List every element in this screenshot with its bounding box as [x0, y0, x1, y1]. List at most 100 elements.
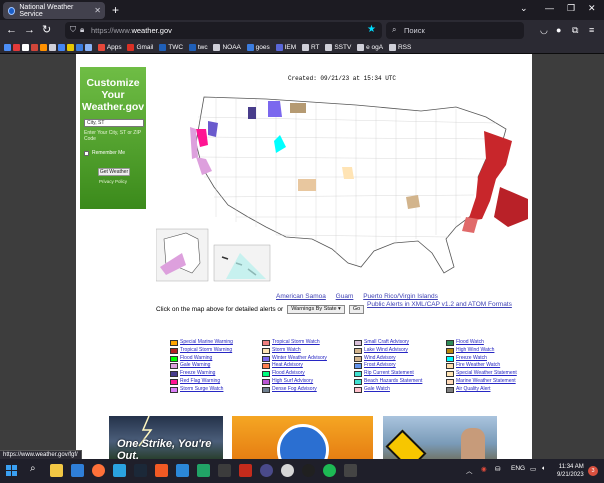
bookmark-star-icon[interactable]: ★	[367, 24, 376, 35]
tab-national-weather-service[interactable]: National Weather Service ✕	[3, 2, 105, 19]
app-circle-icon[interactable]	[281, 464, 294, 477]
search-box[interactable]: ⌕ Поиск	[386, 22, 524, 39]
forward-arrow-icon[interactable]: →	[24, 23, 35, 37]
excel-icon[interactable]	[197, 464, 210, 477]
lock-icon[interactable]: 🔒︎	[80, 25, 84, 35]
us-map-graphic[interactable]	[156, 67, 528, 289]
legend-item[interactable]: Air Quality Alert	[446, 386, 534, 393]
notification-badge[interactable]: 3	[588, 466, 598, 476]
tray-app-icon[interactable]: ◉	[481, 465, 487, 473]
bookmark-icons-group[interactable]	[4, 41, 92, 53]
legend-item[interactable]: Tropical Storm Warning	[170, 347, 258, 354]
legend-item[interactable]: Rip Current Statement	[354, 370, 442, 378]
app-blue-icon[interactable]	[176, 464, 189, 477]
privacy-policy-link[interactable]: Privacy Policy	[80, 179, 146, 184]
legend-item[interactable]: Flood Watch	[446, 339, 534, 346]
network-icon[interactable]: ▭	[530, 465, 536, 473]
windows-start-icon[interactable]	[6, 465, 17, 476]
legend-item[interactable]: Dense Fog Advisory	[262, 386, 350, 393]
taskbar-clock[interactable]: 11:34 AM 9/21/2023	[557, 463, 584, 479]
volume-icon[interactable]: 🔈︎	[542, 465, 546, 473]
reload-icon[interactable]: ↻	[42, 23, 51, 37]
legend-item[interactable]: Flood Warning	[170, 355, 258, 362]
xml-cap-atom-link[interactable]: Public Alerts in XML/CAP v1.2 and ATOM F…	[367, 301, 512, 308]
turn-around-dont-drown-banner[interactable]	[383, 416, 497, 459]
file-explorer-icon[interactable]	[50, 464, 63, 477]
app-red-icon[interactable]	[239, 464, 252, 477]
tray-usb-icon[interactable]: ⛁	[495, 465, 500, 473]
app-gray-icon[interactable]	[344, 464, 357, 477]
bookmark-twc[interactable]: TWC	[159, 41, 183, 53]
legend-item[interactable]: Storm Surge Watch	[170, 386, 258, 393]
legend-item[interactable]: Tropical Storm Watch	[262, 339, 350, 346]
go-button[interactable]: Go	[348, 305, 365, 314]
weather-ready-banner[interactable]	[232, 416, 373, 459]
bookmark-iem[interactable]: IEM	[275, 41, 296, 53]
legend-item[interactable]: Marine Weather Statement	[446, 378, 534, 385]
bookmark-rt[interactable]: RT	[301, 41, 320, 53]
legend-item[interactable]: Special Marine Warning	[170, 339, 258, 346]
bookmark-goes[interactable]: goes	[246, 41, 270, 53]
bookmark-apps[interactable]: Apps	[97, 41, 122, 53]
pocket-icon[interactable]: ◡	[540, 23, 548, 37]
bookmark-gmail[interactable]: Gmail	[127, 41, 153, 53]
maximize-icon[interactable]: ❐	[567, 3, 575, 14]
app-dark-icon[interactable]	[218, 464, 231, 477]
close-window-icon[interactable]: ✕	[588, 3, 596, 14]
new-tab-button[interactable]: +	[112, 3, 119, 17]
us-alert-map[interactable]: Created: 09/21/23 at 15:34 UTC	[156, 67, 528, 289]
lightning-safety-banner[interactable]: One Strike, You're Out.	[109, 416, 223, 459]
legend-item[interactable]: Wind Advisory	[354, 355, 442, 362]
link-american-samoa[interactable]: American Samoa	[276, 293, 326, 300]
app-orange-icon[interactable]	[155, 464, 168, 477]
app-record-icon[interactable]	[302, 464, 315, 477]
checkbox-icon[interactable]	[84, 150, 89, 156]
legend-item[interactable]: Freeze Warning	[170, 370, 258, 378]
legend-item[interactable]: Gale Watch	[354, 386, 442, 393]
bookmark-sstv[interactable]: SSTV	[325, 41, 351, 53]
link-guam[interactable]: Guam	[336, 293, 354, 300]
legend-item[interactable]: Frost Advisory	[354, 362, 442, 370]
back-arrow-icon[interactable]: ←	[6, 23, 17, 37]
legend-item[interactable]: Storm Watch	[262, 347, 350, 354]
legend-item[interactable]: Gale Warning	[170, 362, 258, 370]
legend-item[interactable]: Special Weather Statement	[446, 370, 534, 378]
legend-item[interactable]: High Wind Watch	[446, 347, 534, 354]
minimize-icon[interactable]: —	[545, 3, 554, 13]
legend-item[interactable]: High Surf Advisory	[262, 378, 350, 385]
bookmark-noaa[interactable]: NOAA	[213, 41, 241, 53]
legend-item[interactable]: Freeze Watch	[446, 355, 534, 362]
url-bar[interactable]: ⛉ 🔒︎ https://www. weather.gov ★	[65, 22, 382, 39]
app-globe-icon[interactable]	[260, 464, 273, 477]
firefox-icon[interactable]	[92, 464, 105, 477]
legend-item[interactable]: Lake Wind Advisory	[354, 347, 442, 354]
bookmark-twc-lower[interactable]: twc	[188, 41, 208, 53]
legend-item[interactable]: Small Craft Advisory	[354, 339, 442, 346]
legend-item[interactable]: Fire Weather Watch	[446, 362, 534, 370]
bookmark-eoga[interactable]: e ogA	[357, 41, 383, 53]
close-tab-icon[interactable]: ✕	[94, 6, 101, 15]
menu-icon[interactable]: ≡	[589, 23, 594, 37]
warnings-by-state-select[interactable]: Warnings By State ▾	[287, 305, 345, 314]
legend-item[interactable]: Flood Advisory	[262, 370, 350, 378]
shield-icon[interactable]: ⛉	[70, 25, 76, 35]
account-icon[interactable]: ●	[556, 23, 561, 37]
legend-item[interactable]: Red Flag Warning	[170, 378, 258, 385]
legend-item[interactable]: Beach Hazards Statement	[354, 378, 442, 385]
legend-item[interactable]: Heat Advisory	[262, 362, 350, 370]
search-icon[interactable]: ⌕	[30, 463, 36, 474]
bookmark-rss[interactable]: RSS	[388, 41, 411, 53]
get-weather-button[interactable]: Get Weather	[98, 168, 130, 176]
telegram-icon[interactable]	[113, 464, 126, 477]
link-puerto-rico[interactable]: Puerto Rico/Virgin Islands	[363, 293, 438, 300]
language-indicator[interactable]: ENG	[511, 465, 525, 472]
tray-chevron-icon[interactable]: ︿	[466, 465, 473, 475]
steam-icon[interactable]	[134, 464, 147, 477]
tab-list-icon[interactable]: ⌄	[520, 3, 528, 14]
city-zip-input[interactable]: City, ST	[84, 119, 144, 127]
extensions-icon[interactable]: ⧉	[572, 23, 578, 37]
remember-me-checkbox[interactable]: Remember Me	[84, 150, 125, 156]
mail-icon[interactable]	[71, 464, 84, 477]
legend-item[interactable]: Winter Weather Advisory	[262, 355, 350, 362]
app-green-icon[interactable]	[323, 464, 336, 477]
